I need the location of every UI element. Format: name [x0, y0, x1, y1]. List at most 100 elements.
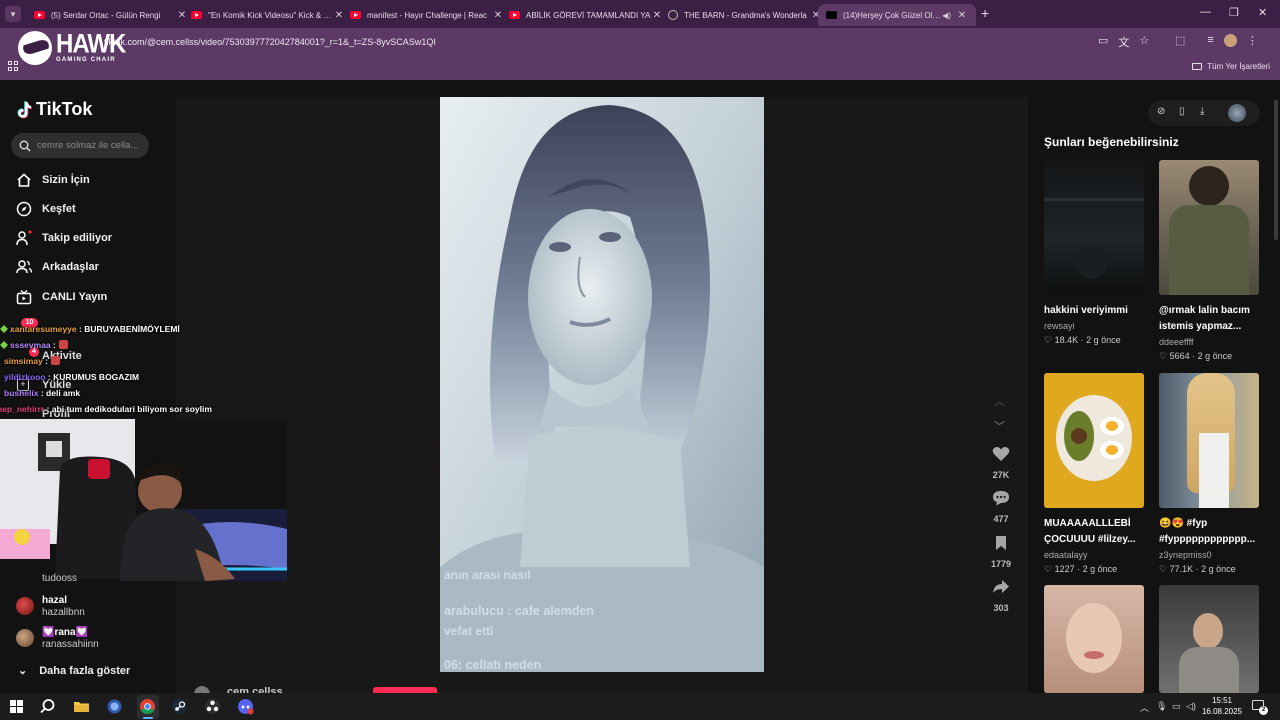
browser-tab[interactable]: manifest - Hayır Challenge | Reac ✕ [342, 4, 512, 26]
account-username: hazallbnn [42, 607, 85, 618]
browser-tab-active[interactable]: (14)Herşey Çok Güzel Olacak ◀) ✕ [818, 4, 976, 26]
recommend-card[interactable]: @ırmak lalin bacım istemis yapmaz... dde… [1159, 160, 1259, 362]
browser-tab[interactable]: THE BARN - Grandma's Wonderla ✕ [660, 4, 830, 26]
recommend-card[interactable] [1159, 585, 1259, 693]
restore-icon[interactable]: ❐ [1229, 6, 1239, 19]
folder-icon [1192, 63, 1203, 70]
search-icon[interactable] [39, 698, 56, 715]
speaker-icon[interactable]: ◀) [942, 11, 951, 20]
minimize-icon[interactable]: — [1200, 6, 1211, 18]
chat-message: sssevmaa : [0, 340, 69, 350]
recommend-age: 2 g önce [1086, 335, 1121, 345]
bookmarks-bar [0, 55, 1280, 80]
account-username: ranassahiinn [42, 639, 99, 650]
network-icon[interactable]: ▭ [1172, 701, 1181, 712]
recommend-card[interactable] [1044, 585, 1144, 693]
search-box[interactable] [11, 133, 149, 158]
profile-avatar[interactable] [1223, 34, 1237, 47]
browser-tab[interactable]: ABİLİK GÖREVİ TAMAMLANDI YA ✕ [501, 4, 671, 26]
tray-overflow-icon[interactable]: ︿ [1140, 701, 1149, 714]
save-button[interactable]: 1779 [986, 535, 1016, 569]
system-clock[interactable]: 15:51 16.08.2025 [1200, 695, 1244, 717]
nav-friends[interactable]: Arkadaşlar [16, 259, 99, 275]
new-tab-icon[interactable]: + [981, 5, 989, 21]
window-close-icon[interactable]: ✕ [1258, 6, 1267, 19]
recommend-heading: Şunları beğenebilirsiniz [1044, 135, 1179, 149]
chat-message: nep_nehirrr : abi tum dedikodulari biliy… [0, 404, 212, 414]
media-control-icon[interactable]: ≡ [1207, 34, 1213, 47]
streamer-webcam [0, 419, 287, 581]
like-count: 27K [992, 470, 1010, 480]
phone-icon[interactable]: ▯ [1179, 106, 1185, 117]
recommend-caption: MUAAAAALLLEBİ ÇOCUUUU #lilzey... [1044, 518, 1136, 545]
recommend-thumbnail [1044, 585, 1144, 693]
youtube-icon [34, 11, 45, 19]
url-text[interactable]: tiktok.com/@cem.cellss/video/75303977720… [104, 37, 436, 47]
translate-icon[interactable]: 文 [1118, 34, 1129, 50]
nav-label: CANLI Yayın [42, 291, 108, 303]
user-avatar[interactable] [1228, 104, 1246, 122]
close-icon[interactable]: ✕ [956, 10, 968, 21]
cast-icon[interactable]: ▭ [1098, 34, 1108, 50]
apps-grid-icon[interactable] [8, 61, 18, 71]
nav-following[interactable]: Takip ediliyor [16, 230, 112, 246]
clock-time: 15:51 [1211, 696, 1233, 705]
all-bookmarks[interactable]: Tüm Yer İşaretleri [1192, 62, 1270, 71]
download-icon[interactable]: ⤓ [1200, 106, 1204, 117]
recommend-meta: ♡ 77.1K · 2 g önce [1159, 564, 1236, 574]
microphone-icon[interactable]: 🎙︎ [1156, 701, 1167, 712]
friends-icon [16, 260, 32, 274]
browser-tab[interactable]: (5) Serdar Ortac - Gülün Rengi ✕ [26, 4, 196, 26]
chrome-icon[interactable] [139, 698, 156, 715]
tab-title: ABİLİK GÖREVİ TAMAMLANDI YA [526, 10, 651, 20]
nav-explore[interactable]: Keşfet [16, 201, 76, 217]
tiktok-logo[interactable]: TikTok [16, 99, 92, 120]
file-explorer-icon[interactable] [73, 698, 90, 715]
coin-icon[interactable]: ⊘ [1157, 106, 1165, 117]
menu-kebab-icon[interactable]: ⋮ [1247, 34, 1258, 47]
next-video-icon[interactable]: ﹀ [994, 418, 1005, 434]
account-name: hazal [42, 595, 68, 606]
webcam-frame [0, 419, 287, 581]
following-account[interactable]: 💟rana💟 ranassahiinn [16, 627, 99, 651]
recommend-card[interactable]: hakkini veriyimmi rewsayi ♡ 18.4K · 2 g … [1044, 160, 1144, 346]
app-icon[interactable] [106, 698, 123, 715]
recommend-age: 2 g önce [1201, 564, 1236, 574]
windows-start-icon[interactable] [8, 698, 25, 715]
recommend-likes: 5664 [1169, 351, 1190, 361]
tab-search-chevron-icon[interactable]: ▾ [5, 6, 21, 22]
recommend-likes: 77.1K [1169, 564, 1194, 574]
recommend-card[interactable]: MUAAAAALLLEBİ ÇOCUUUU #lilzey... edaatal… [1044, 373, 1144, 575]
volume-icon[interactable]: ◁) [1186, 701, 1196, 712]
chat-user: simsimay [4, 356, 43, 366]
bookmark-star-icon[interactable]: ☆ [1139, 34, 1149, 50]
account-username: tudooss [42, 573, 78, 584]
search-input[interactable] [37, 140, 142, 151]
extensions-icon[interactable]: ⬚ [1175, 34, 1185, 47]
search-icon [19, 140, 31, 151]
share-button[interactable]: 303 [986, 579, 1016, 613]
discord-icon[interactable] [237, 698, 254, 715]
browser-tab[interactable]: "En Komik Kick Videosu" Kick & Ka ✕ [183, 4, 353, 26]
comment-button[interactable]: 477 [986, 490, 1016, 524]
notification-count: 2 [1259, 706, 1268, 715]
video-player[interactable]: anın arası nasıl arabulucu : cafe alemde… [440, 97, 764, 672]
like-button[interactable]: 27K [986, 446, 1016, 480]
scrollbar[interactable] [1274, 100, 1278, 240]
recommend-card[interactable]: 😆😍 #fyp #fypppppppppppp... z3ynepmiss0 ♡… [1159, 373, 1259, 575]
obs-icon[interactable] [204, 698, 221, 715]
show-more-button[interactable]: ⌄ Daha fazla göster [18, 664, 130, 677]
youtube-icon [350, 11, 361, 19]
recommend-meta: ♡ 1227 · 2 g önce [1044, 564, 1118, 574]
previous-video-icon[interactable]: ︿ [994, 393, 1005, 409]
following-account[interactable]: tudooss [16, 573, 77, 593]
nav-live[interactable]: CANLI Yayın [16, 289, 107, 305]
steam-icon[interactable] [171, 698, 188, 715]
heart-outline-icon: ♡ [1044, 335, 1053, 345]
following-account[interactable]: hazal hazallbnn [16, 595, 85, 619]
comment-icon [993, 491, 1009, 506]
show-more-label: Daha fazla göster [39, 665, 131, 677]
chat-message: simsimay : [0, 356, 61, 366]
nav-for-you[interactable]: Sizin İçin [16, 172, 90, 188]
recommend-caption: 😆😍 #fyp #fypppppppppppp... [1159, 518, 1256, 545]
